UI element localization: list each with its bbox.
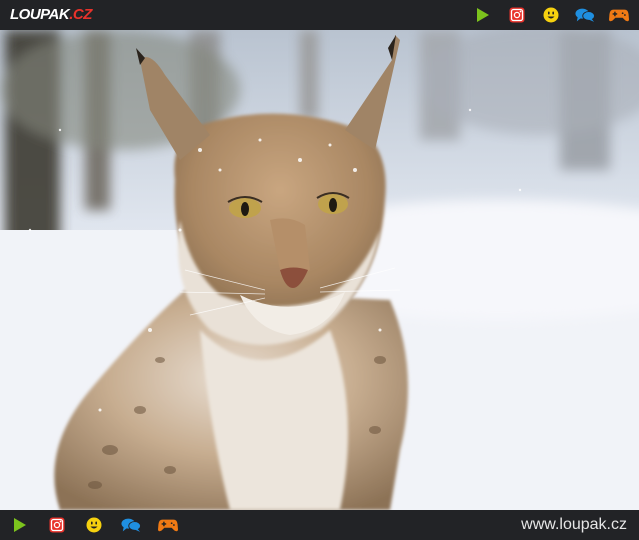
gamepad-icon[interactable] [609, 5, 629, 25]
smiley-icon[interactable] [541, 5, 561, 25]
top-icon-group [473, 5, 629, 25]
instagram-icon[interactable] [507, 5, 527, 25]
play-icon[interactable] [473, 5, 493, 25]
chat-icon[interactable] [121, 515, 141, 535]
logo-tld: .CZ [69, 6, 92, 23]
play-icon[interactable] [10, 515, 30, 535]
bottom-icon-group [10, 515, 178, 535]
site-url-link[interactable]: www.loupak.cz [521, 516, 627, 534]
lynx-photo [0, 30, 639, 510]
top-bar: LOUPAK.CZ [0, 0, 639, 30]
bottom-bar: www.loupak.cz [0, 510, 639, 540]
gamepad-icon[interactable] [158, 515, 178, 535]
logo-main: LOUPAK [10, 6, 70, 23]
site-logo[interactable]: LOUPAK.CZ [10, 6, 92, 23]
smiley-icon[interactable] [84, 515, 104, 535]
instagram-icon[interactable] [47, 515, 67, 535]
chat-icon[interactable] [575, 5, 595, 25]
lynx-in-snow-image [0, 30, 639, 510]
